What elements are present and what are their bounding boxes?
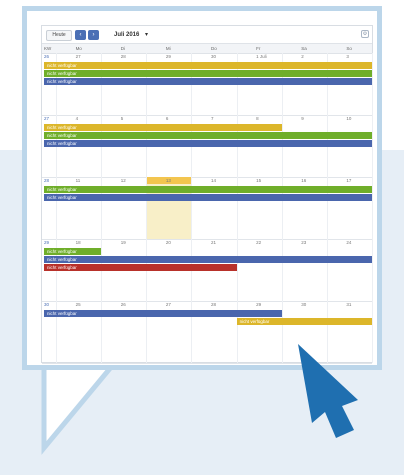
mouse-pointer-icon xyxy=(298,344,358,438)
